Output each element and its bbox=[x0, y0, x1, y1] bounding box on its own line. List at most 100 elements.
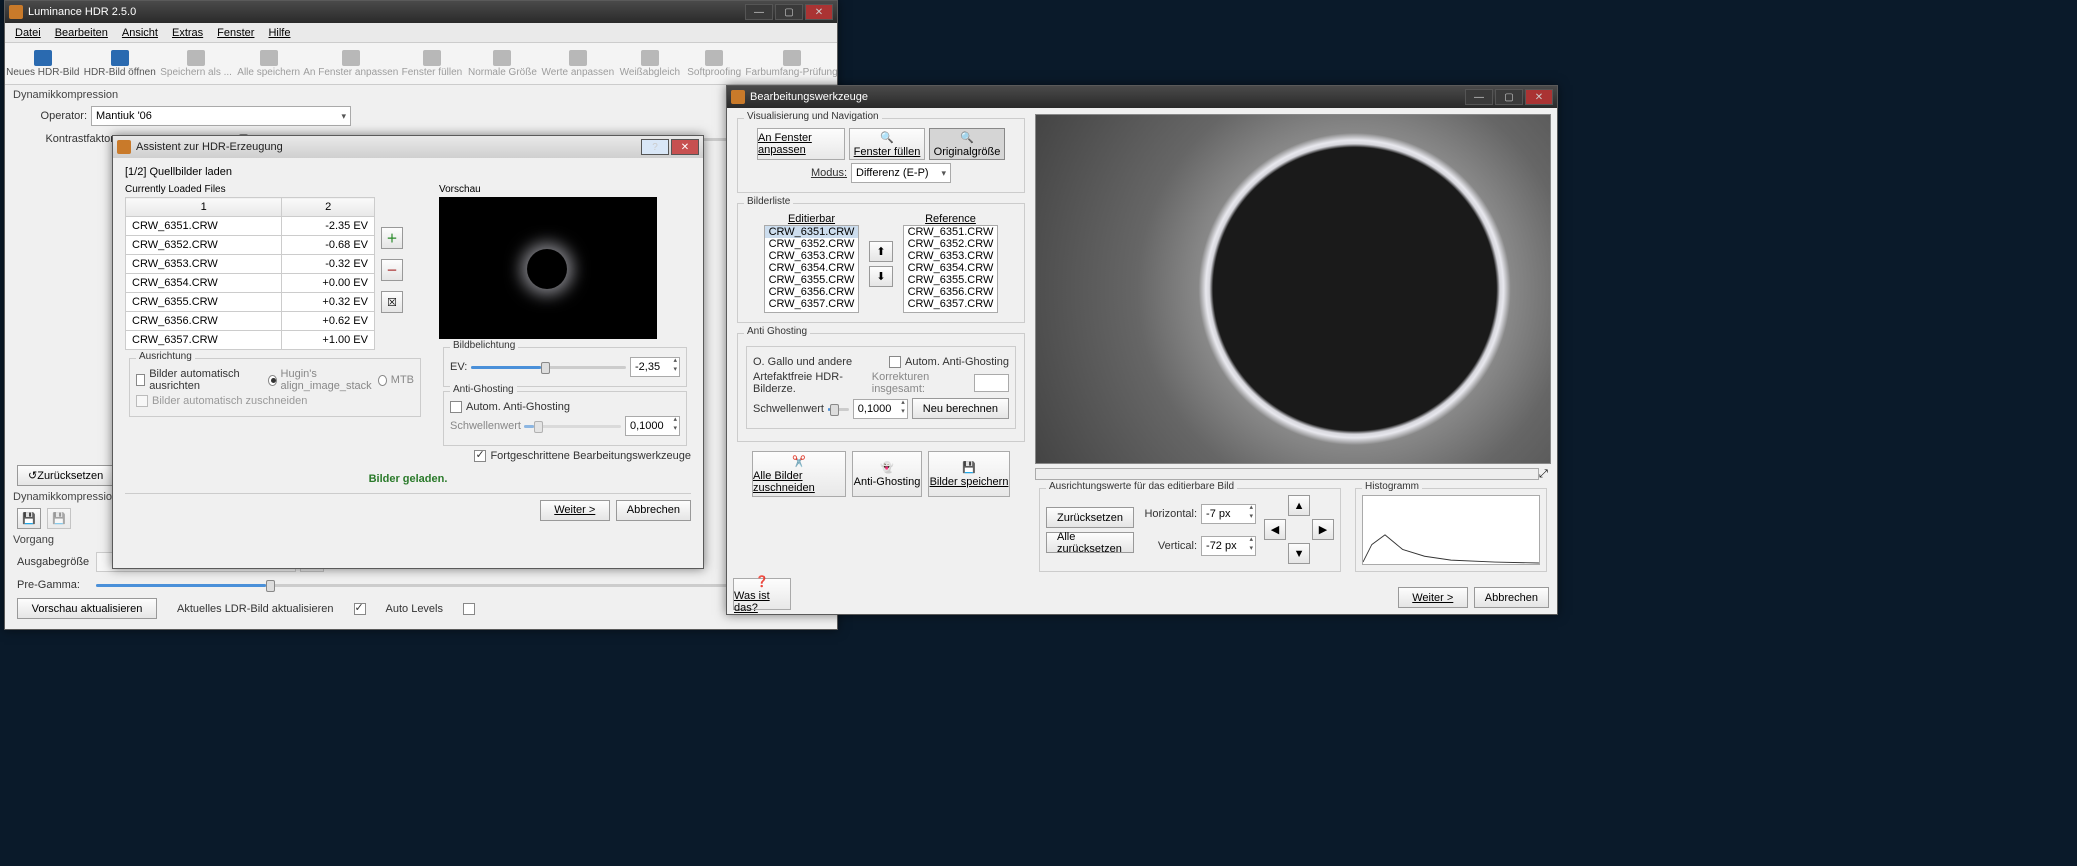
advanced-check[interactable] bbox=[474, 450, 486, 462]
maximize-button[interactable]: ▢ bbox=[775, 4, 803, 20]
autoag2-label: Autom. Anti-Ghosting bbox=[905, 356, 1009, 368]
close-button[interactable]: ✕ bbox=[805, 4, 833, 20]
menu-hilfe[interactable]: Hilfe bbox=[262, 25, 296, 41]
minimize-button[interactable]: — bbox=[745, 4, 773, 20]
autoag-label: Autom. Anti-Ghosting bbox=[466, 401, 570, 413]
ev-value[interactable]: -2,35 bbox=[630, 357, 680, 377]
tb-normal[interactable]: Normale Größe bbox=[470, 45, 534, 83]
threshold2-value[interactable]: 0,1000 bbox=[853, 399, 908, 419]
wizard-next-button[interactable]: Weiter > bbox=[540, 500, 610, 521]
add-file-button[interactable]: ＋ bbox=[381, 227, 403, 249]
orig-button[interactable]: 🔍Originalgröße bbox=[929, 128, 1005, 160]
wizard-step: [1/2] Quellbilder laden bbox=[125, 166, 691, 178]
reset-button[interactable]: ↺ Zurücksetzen bbox=[17, 465, 114, 486]
col-2: 2 bbox=[282, 198, 375, 217]
wizard-titlebar[interactable]: Assistent zur HDR-Erzeugung ? ✕ bbox=[113, 136, 703, 158]
tb-save-as[interactable]: Speichern als ... bbox=[163, 45, 229, 83]
file-row: CRW_6351.CRW-2.35 EV bbox=[126, 217, 375, 236]
pregamma-slider[interactable] bbox=[96, 577, 776, 593]
histogram-view bbox=[1362, 495, 1540, 565]
ev-slider[interactable] bbox=[471, 359, 626, 375]
save-settings2-icon[interactable]: 💾 bbox=[47, 508, 71, 529]
tools-min-button[interactable]: — bbox=[1465, 89, 1493, 105]
tb-fill[interactable]: Fenster füllen bbox=[403, 45, 460, 83]
autoag-check[interactable] bbox=[450, 401, 462, 413]
wizard-close-button[interactable]: ✕ bbox=[671, 139, 699, 155]
exposure-legend: Bildbelichtung bbox=[450, 340, 518, 351]
tb-levels[interactable]: Werte anpassen bbox=[544, 45, 611, 83]
clear-files-button[interactable]: ☒ bbox=[381, 291, 403, 313]
hugin-radio[interactable] bbox=[268, 375, 276, 386]
tb-wb[interactable]: Weißabgleich bbox=[621, 45, 678, 83]
operator-combo[interactable]: Mantiuk '06 bbox=[91, 106, 351, 126]
tools-preview[interactable] bbox=[1035, 114, 1551, 464]
whats-this-button[interactable]: ❓Was ist das? bbox=[733, 578, 791, 610]
wizard-cancel-button[interactable]: Abbrechen bbox=[616, 500, 691, 521]
align-legend: Ausrichtungswerte für das editierbare Bi… bbox=[1046, 481, 1237, 492]
file-row: CRW_6352.CRW-0.68 EV bbox=[126, 236, 375, 255]
update-ldr-label: Aktuelles LDR-Bild aktualisieren bbox=[177, 603, 334, 615]
nudge-left[interactable]: ◀ bbox=[1264, 519, 1286, 540]
tools-cancel-button[interactable]: Abbrechen bbox=[1474, 587, 1549, 608]
autoalign-check[interactable] bbox=[136, 374, 145, 386]
fit-button[interactable]: An Fenster anpassen bbox=[757, 128, 845, 160]
update-preview-button[interactable]: Vorschau aktualisieren bbox=[17, 598, 157, 619]
reset-align-button[interactable]: Zurücksetzen bbox=[1046, 507, 1134, 528]
autocrop-check[interactable] bbox=[136, 395, 148, 407]
tb-fit[interactable]: An Fenster anpassen bbox=[308, 45, 393, 83]
reference-list[interactable]: CRW_6351.CRW CRW_6352.CRW CRW_6353.CRW C… bbox=[903, 225, 998, 313]
tb-new-hdr[interactable]: Neues HDR-Bild bbox=[9, 45, 77, 83]
horiz-label: Horizontal: bbox=[1142, 508, 1197, 520]
menu-datei[interactable]: Datei bbox=[9, 25, 47, 41]
horiz-value[interactable]: -7 px bbox=[1201, 504, 1256, 524]
reference-label: Reference bbox=[903, 213, 998, 225]
preview-label: Vorschau bbox=[439, 184, 691, 195]
menu-ansicht[interactable]: Ansicht bbox=[116, 25, 164, 41]
save-settings-icon[interactable]: 💾 bbox=[17, 508, 41, 529]
tools-max-button[interactable]: ▢ bbox=[1495, 89, 1523, 105]
autolevels-check[interactable] bbox=[463, 603, 475, 615]
artifact-label: Artefaktfreie HDR-Bilderze. bbox=[753, 371, 868, 395]
resetall-align-button[interactable]: Alle zurücksetzen bbox=[1046, 532, 1134, 553]
nudge-up[interactable]: ▲ bbox=[1288, 495, 1310, 516]
vis-legend: Visualisierung und Navigation bbox=[744, 111, 882, 122]
mode-combo[interactable]: Differenz (E-P) bbox=[851, 163, 951, 183]
nudge-right[interactable]: ▶ bbox=[1312, 519, 1334, 540]
wizard-help-button[interactable]: ? bbox=[641, 139, 669, 155]
cropall-button[interactable]: ✂️Alle Bilder zuschneiden bbox=[752, 451, 846, 497]
threshold-slider[interactable] bbox=[524, 418, 621, 434]
threshold2-slider[interactable] bbox=[828, 401, 849, 417]
nudge-down[interactable]: ▼ bbox=[1288, 543, 1310, 564]
tools-titlebar[interactable]: Bearbeitungswerkzeuge — ▢ ✕ bbox=[727, 86, 1557, 108]
tb-gamut[interactable]: Farbumfang-Prüfung bbox=[750, 45, 833, 83]
threshold-label: Schwellenwert bbox=[450, 420, 520, 432]
histogram-legend: Histogramm bbox=[1362, 481, 1422, 492]
tb-softproof[interactable]: Softproofing bbox=[688, 45, 740, 83]
recompute-button[interactable]: Neu berechnen bbox=[912, 398, 1009, 419]
saveimgs-button[interactable]: 💾Bilder speichern bbox=[928, 451, 1010, 497]
threshold-value[interactable]: 0,1000 bbox=[625, 416, 680, 436]
file-row: CRW_6353.CRW-0.32 EV bbox=[126, 255, 375, 274]
move-down-button[interactable]: ⬇ bbox=[869, 266, 893, 287]
ghost-button[interactable]: 👻Anti-Ghosting bbox=[852, 451, 922, 497]
corrections-field[interactable] bbox=[974, 374, 1009, 392]
vert-value[interactable]: -72 px bbox=[1201, 536, 1256, 556]
editable-list[interactable]: CRW_6351.CRW CRW_6352.CRW CRW_6353.CRW C… bbox=[764, 225, 859, 313]
autoag2-check[interactable] bbox=[889, 356, 901, 368]
tools-close-button[interactable]: ✕ bbox=[1525, 89, 1553, 105]
menu-extras[interactable]: Extras bbox=[166, 25, 209, 41]
move-up-button[interactable]: ⬆ bbox=[869, 241, 893, 262]
fill-button[interactable]: 🔍Fenster füllen bbox=[849, 128, 925, 160]
menu-bearbeiten[interactable]: Bearbeiten bbox=[49, 25, 114, 41]
h-scrollbar[interactable] bbox=[1035, 468, 1539, 480]
tb-save-all[interactable]: Alle speichern bbox=[239, 45, 298, 83]
tools-next-button[interactable]: Weiter > bbox=[1398, 587, 1468, 608]
remove-file-button[interactable]: － bbox=[381, 259, 403, 281]
main-titlebar[interactable]: Luminance HDR 2.5.0 — ▢ ✕ bbox=[5, 1, 837, 23]
files-table[interactable]: 12 CRW_6351.CRW-2.35 EV CRW_6352.CRW-0.6… bbox=[125, 197, 375, 350]
wizard-preview bbox=[439, 197, 657, 339]
update-ldr-check[interactable] bbox=[354, 603, 366, 615]
menu-fenster[interactable]: Fenster bbox=[211, 25, 260, 41]
mtb-radio[interactable] bbox=[378, 375, 386, 386]
tb-open-hdr[interactable]: HDR-Bild öffnen bbox=[87, 45, 153, 83]
